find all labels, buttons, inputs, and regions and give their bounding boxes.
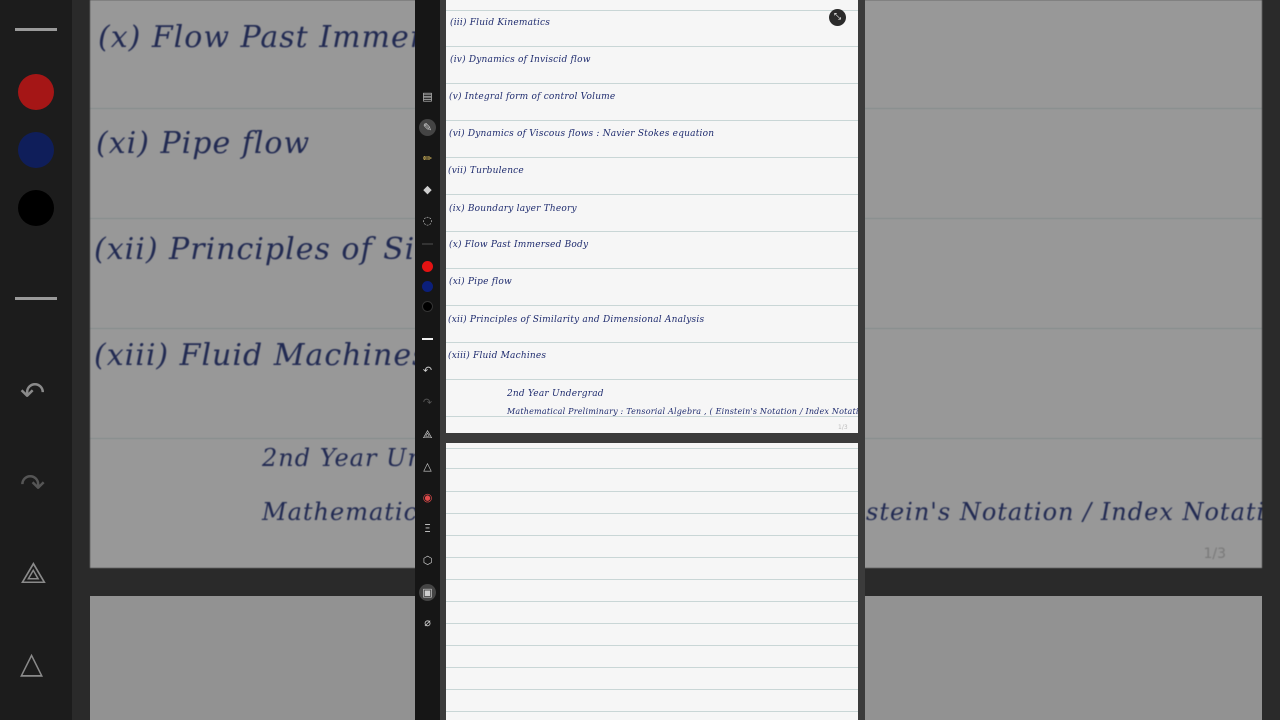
background-item: (xi) Pipe flow [96, 126, 311, 161]
red-color-swatch[interactable] [422, 261, 433, 272]
background-undo-icon: ↶ [20, 376, 46, 411]
text-box-icon[interactable]: ▤ [415, 90, 440, 104]
collapse-icon: ⤡ [833, 12, 842, 22]
background-handle-bar [15, 28, 57, 31]
redo-icon[interactable]: ↷ [415, 396, 440, 410]
year-line: 2nd Year Undergrad [507, 389, 604, 399]
background-stroke-bar [15, 297, 57, 300]
note-line: (xii) Principles of Similarity and Dimen… [448, 315, 705, 325]
undo-icon[interactable]: ↶ [415, 364, 440, 378]
shapes-icon[interactable]: ⬡ [415, 554, 440, 568]
page-indicator: 1/3 [838, 424, 848, 431]
note-line: (v) Integral form of control Volume [449, 92, 616, 102]
background-shape-pen-icon: ⟁ [20, 556, 47, 591]
laser-pointer-icon[interactable]: ◉ [415, 491, 440, 505]
background-notation-text: stein's Notation / Index Notation. [866, 498, 1262, 526]
note-line: (xi) Pipe flow [449, 277, 512, 287]
background-item: (xiii) Fluid Machines. [94, 338, 440, 373]
note-line: (iii) Fluid Kinematics [450, 18, 551, 28]
lasso-icon[interactable]: ◌ [415, 214, 440, 228]
note-page[interactable]: (iii) Fluid Kinematics (iv) Dynamics of … [446, 0, 858, 433]
collapse-view-button[interactable]: ⤡ [829, 9, 846, 26]
tool-sidebar: ▤ ✎ ✏ ◆ ◌ ↶ ↷ ⟁ △ ◉ Ξ ⬡ ▣ ⌀ [415, 0, 440, 720]
eyedropper-icon[interactable]: ⌀ [415, 616, 440, 630]
background-page-indicator: 1/3 [1203, 546, 1226, 562]
note-line: (iv) Dynamics of Inviscid flow [450, 55, 591, 65]
background-year-text: 2nd Year Un [262, 444, 424, 472]
math-preliminary-line: Mathematical Preliminary : Tensorial Alg… [507, 407, 858, 416]
highlighter-icon[interactable]: ✏ [415, 152, 440, 166]
background-ruler-pen-icon: △ [20, 646, 44, 681]
text-tool-icon[interactable]: Ξ [415, 522, 440, 536]
eraser-icon[interactable]: ◆ [415, 183, 440, 197]
note-line: (vii) Turbulence [448, 166, 524, 176]
shape-pen-icon[interactable]: ⟁ [415, 428, 440, 442]
pen-icon[interactable]: ✎ [419, 119, 436, 136]
stroke-width-selector[interactable] [422, 338, 433, 340]
note-line: (xiii) Fluid Machines [448, 351, 547, 361]
background-red-swatch [18, 74, 54, 110]
note-line: (x) Flow Past Immersed Body [449, 240, 589, 250]
background-redo-icon: ↷ [20, 468, 46, 503]
note-line: (ix) Boundary layer Theory [449, 204, 577, 214]
toolbar-divider [422, 243, 433, 245]
ruler-pen-icon[interactable]: △ [415, 460, 440, 474]
black-color-swatch[interactable] [422, 301, 433, 312]
background-black-swatch [18, 190, 54, 226]
note-line: (vi) Dynamics of Viscous flows : Navier … [449, 129, 715, 139]
background-blue-swatch [18, 132, 54, 168]
note-page-two[interactable] [446, 443, 858, 720]
image-icon[interactable]: ▣ [419, 584, 436, 601]
blue-color-swatch[interactable] [422, 281, 433, 292]
